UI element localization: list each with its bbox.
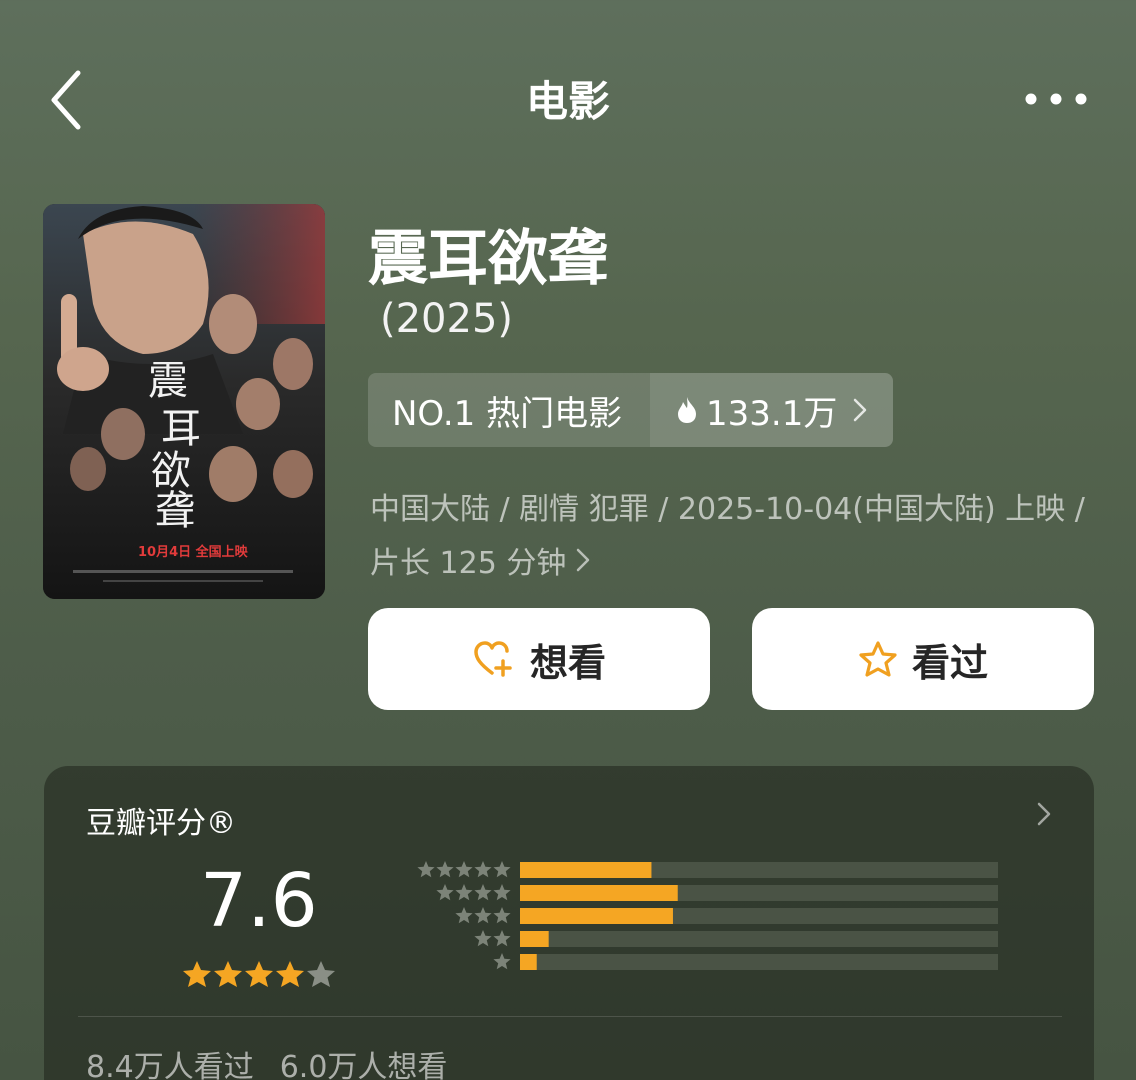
- star-filled-icon: [213, 960, 243, 988]
- fire-icon: [676, 396, 698, 424]
- rating-stars: [182, 960, 337, 988]
- watched-count: 8.4万人看过: [86, 1050, 254, 1080]
- rating-bar-track: [520, 931, 998, 947]
- movie-title: 震耳欲聋: [368, 224, 608, 294]
- rating-bar-fill: [520, 908, 673, 924]
- rating-row-1-star: [493, 953, 998, 970]
- rating-row-4-star: [436, 884, 998, 901]
- small-star-icon: [455, 861, 473, 878]
- small-star-icon: [436, 884, 454, 901]
- small-star-icon: [474, 884, 492, 901]
- small-star-icon: [493, 861, 511, 878]
- movie-year: (2025): [380, 296, 514, 342]
- top-nav: 电影: [0, 0, 1136, 200]
- back-button[interactable]: [36, 62, 96, 142]
- small-star-icon: [493, 907, 511, 924]
- rating-title: 豆瓣评分®: [86, 806, 236, 841]
- hot-rank-bar[interactable]: NO.1 热门电影 133.1万: [368, 373, 893, 447]
- small-star-icon: [436, 861, 454, 878]
- divider: [78, 1016, 1062, 1017]
- page-title: 电影: [525, 77, 610, 126]
- want-count: 6.0万人想看: [279, 1050, 448, 1080]
- movie-poster[interactable]: 震 耳 欲 聋 10月4日 全国上映: [43, 204, 325, 599]
- more-dots-icon: [1025, 91, 1087, 110]
- poster-release-text: 10月4日 全国上映: [138, 544, 249, 560]
- small-star-icon: [493, 953, 511, 970]
- small-star-icon: [455, 907, 473, 924]
- poster-title-char: 震: [148, 358, 188, 404]
- watched-label: 看过: [911, 640, 988, 685]
- more-button[interactable]: [1016, 78, 1096, 122]
- star-empty-icon: [306, 960, 336, 988]
- rating-detail-chevron[interactable]: [1026, 798, 1062, 834]
- rating-bar-track: [520, 954, 998, 970]
- rating-bar-fill: [520, 862, 652, 878]
- star-filled-icon: [275, 960, 305, 988]
- small-star-icon: [493, 884, 511, 901]
- rating-row-2-star: [474, 930, 998, 947]
- small-star-icon: [455, 884, 473, 901]
- rating-stats: 8.4万人看过 6.0万人想看: [86, 1042, 447, 1080]
- rating-distribution: [417, 861, 998, 970]
- small-star-icon: [474, 861, 492, 878]
- heat-value: 133.1万: [706, 393, 838, 434]
- rating-row-3-star: [455, 907, 998, 924]
- small-star-icon: [474, 907, 492, 924]
- watched-button[interactable]: 看过: [752, 608, 1094, 710]
- rating-bar-fill: [520, 931, 549, 947]
- rating-bar-fill: [520, 885, 678, 901]
- rating-card[interactable]: 豆瓣评分® 7.6 8.4万人看过 6.0万人想看: [44, 766, 1094, 1080]
- heart-plus-icon: [472, 639, 516, 679]
- movie-duration: 片长 125 分钟: [370, 546, 567, 581]
- movie-meta-info: 中国大陆 / 剧情 犯罪 / 2025-10-04(中国大陆) 上映 /: [370, 492, 1085, 527]
- poster-title-char: 聋: [155, 488, 195, 534]
- want-to-watch-button[interactable]: 想看: [368, 608, 710, 710]
- chevron-left-icon: [48, 69, 84, 135]
- rating-bar-fill: [520, 954, 537, 970]
- chevron-right-icon: [1037, 802, 1051, 830]
- rating-row-5-star: [417, 861, 998, 878]
- want-to-watch-label: 想看: [529, 640, 606, 685]
- star-outline-icon: [858, 640, 898, 678]
- poster-title-char: 耳: [161, 406, 201, 452]
- star-filled-icon: [244, 960, 274, 988]
- small-star-icon: [493, 930, 511, 947]
- rank-label: NO.1 热门电影: [368, 373, 650, 447]
- chevron-right-icon: [576, 548, 590, 572]
- movie-duration-link[interactable]: 片长 125 分钟: [370, 538, 590, 582]
- small-star-icon: [417, 861, 435, 878]
- chevron-right-icon: [853, 398, 867, 422]
- small-star-icon: [474, 930, 492, 947]
- star-filled-icon: [182, 960, 212, 988]
- heat-badge[interactable]: 133.1万: [650, 373, 893, 447]
- rating-score: 7.6: [200, 858, 318, 944]
